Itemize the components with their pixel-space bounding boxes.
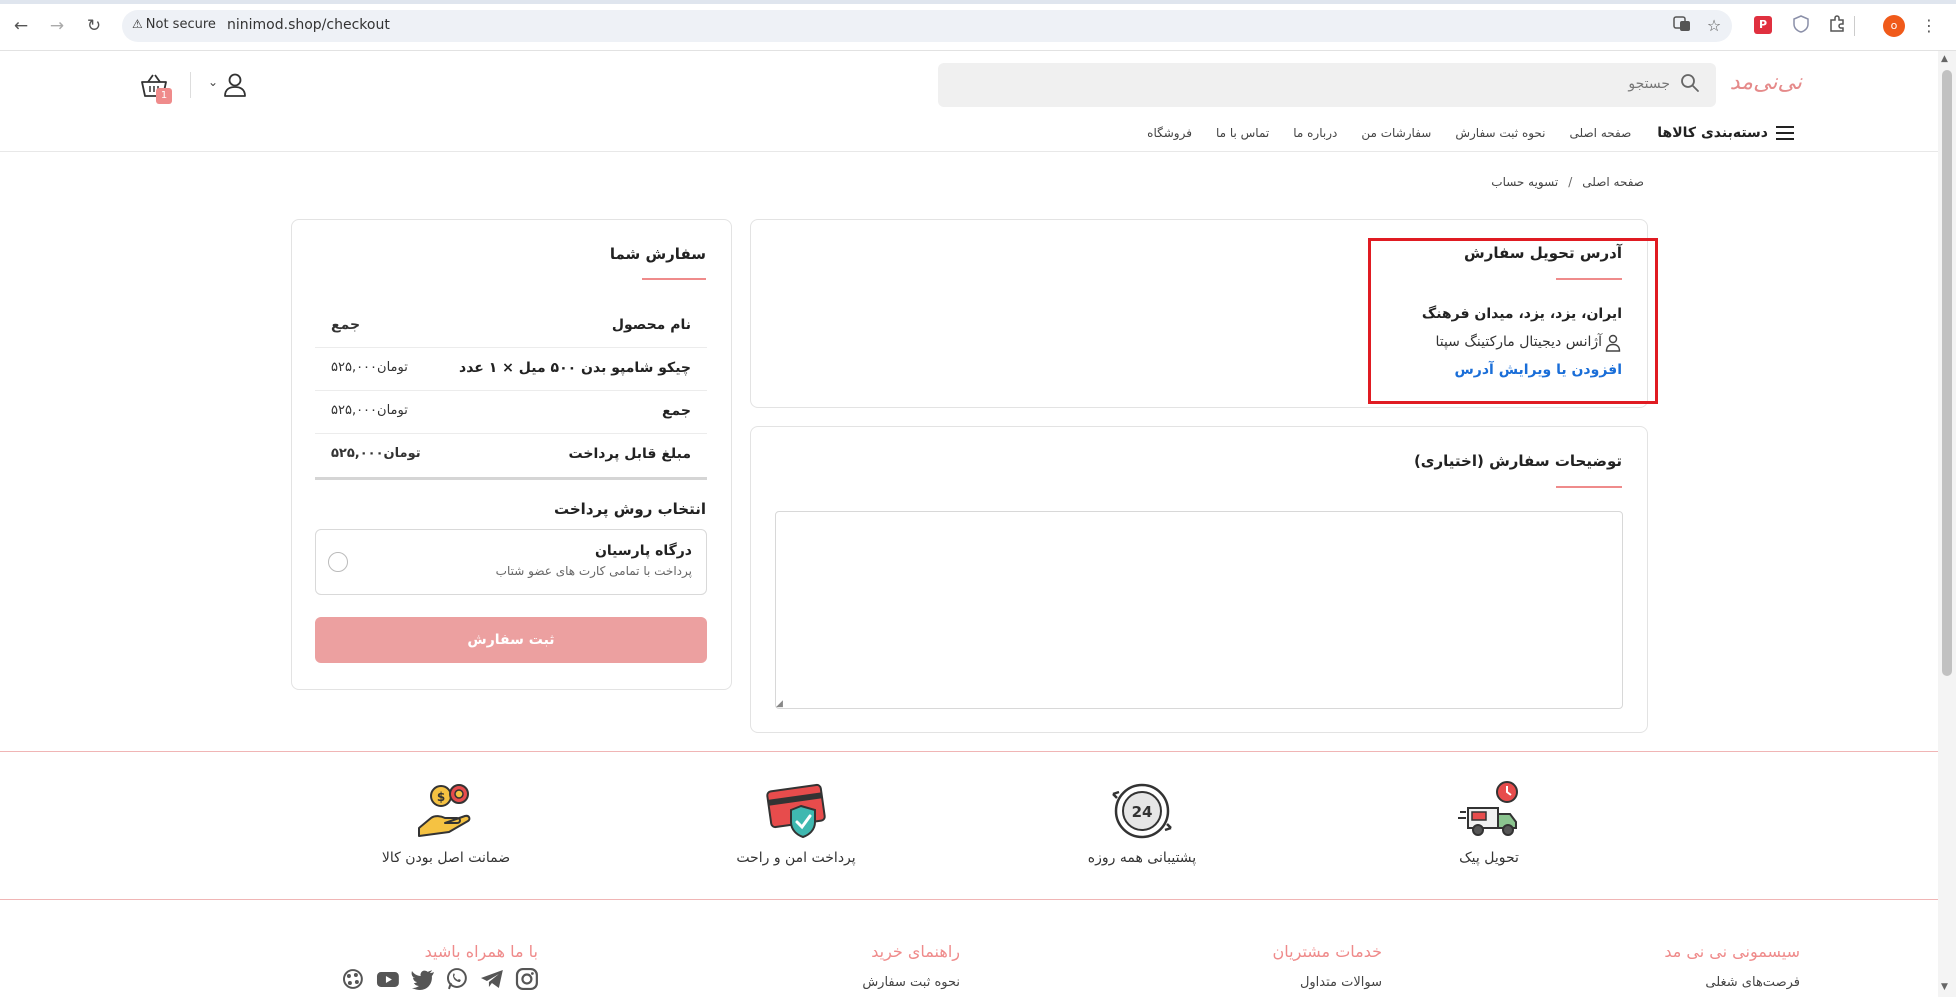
footer-link-faq[interactable]: سوالات متداول [1160, 975, 1382, 990]
svg-text:$: $ [437, 790, 445, 804]
youtube-icon[interactable] [375, 966, 401, 992]
payment-radio[interactable] [328, 552, 348, 572]
feature-delivery: تحویل پیک [1389, 778, 1589, 866]
header-product-name: نام محصول [611, 317, 691, 333]
nav-link-about[interactable]: درباره ما [1293, 126, 1337, 140]
profile-avatar[interactable]: o [1883, 15, 1905, 37]
aparat-icon[interactable] [340, 966, 366, 992]
shield-extension-icon[interactable] [1790, 15, 1812, 37]
back-icon[interactable]: ← [10, 15, 32, 37]
breadcrumb-home[interactable]: صفحه اصلی [1582, 175, 1644, 189]
delivery-truck-icon [1458, 781, 1518, 836]
feature-secure-payment: پرداخت امن و راحت [696, 778, 896, 866]
payment-method-title: انتخاب روش پرداخت [553, 500, 706, 518]
support-24-icon: 24 [1112, 783, 1172, 839]
order-table-divider [315, 477, 707, 480]
telegram-icon[interactable] [479, 966, 505, 992]
subtotal-amount: تومان۵۲۵,۰۰۰ [331, 403, 408, 418]
footer-social-title: با ما همراه باشید [424, 942, 538, 961]
breadcrumb-separator: / [1568, 175, 1573, 189]
feature-support: 24 پشتیبانی همه روزه [1042, 778, 1242, 866]
scroll-down-arrow[interactable]: ▼ [1941, 982, 1948, 992]
hamburger-menu-icon [1776, 126, 1794, 140]
nav-link-contact[interactable]: تماس با ما [1216, 126, 1269, 140]
notes-title-underline [1556, 486, 1622, 488]
reload-icon[interactable]: ↻ [83, 15, 105, 37]
chevron-down-icon[interactable]: ⌄ [208, 75, 218, 89]
product-name: چیکو شامپو بدن ۵۰۰ میل × ۱ عدد [459, 360, 691, 376]
subtotal-label: جمع [661, 403, 691, 419]
header-divider [190, 72, 191, 98]
features-bottom-divider [0, 899, 1938, 900]
order-table-header: نام محصول جمع [315, 305, 707, 348]
nav-link-how-to-order[interactable]: نحوه ثبت سفارش [1455, 126, 1545, 140]
feature-label: ضمانت اصل بودن کالا [381, 850, 511, 866]
twitter-icon[interactable] [410, 966, 436, 992]
order-title-underline [642, 278, 706, 280]
payable-amount: تومان۵۲۵,۰۰۰ [331, 446, 421, 461]
toolbar-divider [1854, 16, 1855, 36]
footer-link-careers[interactable]: فرصت‌های شغلی [1560, 975, 1800, 990]
header-total: جمع [331, 317, 361, 333]
footer-link-how-to-order[interactable]: نحوه ثبت سفارش [760, 975, 960, 990]
social-links [340, 966, 540, 994]
product-amount: تومان۵۲۵,۰۰۰ [331, 360, 408, 375]
search-placeholder: جستجو [1628, 76, 1670, 92]
breadcrumb-current: تسویه حساب [1491, 175, 1559, 189]
url-text[interactable]: ninimod.shop/checkout [227, 17, 390, 33]
user-account-icon[interactable] [222, 72, 248, 98]
site-logo[interactable]: نی‌نی‌مد [1730, 70, 1803, 100]
extensions-puzzle-icon[interactable] [1826, 15, 1848, 37]
scrollbar-thumb[interactable] [1942, 70, 1952, 676]
address-highlight-box [1368, 238, 1658, 404]
cart-count-badge: 1 [156, 88, 172, 104]
your-order-title: سفارش شما [609, 245, 706, 263]
feature-label: پرداخت امن و راحت [736, 850, 856, 866]
svg-text:24: 24 [1132, 803, 1153, 821]
payment-option-parsian[interactable] [315, 529, 707, 595]
security-indicator[interactable]: ⚠ Not secure [132, 17, 216, 32]
scroll-up-arrow[interactable]: ▲ [1941, 54, 1948, 64]
warning-icon: ⚠ [132, 17, 143, 31]
order-notes-title: توضیحات سفارش (اختیاری) [1413, 452, 1622, 470]
nav-divider [0, 151, 1938, 152]
search-icon[interactable] [1680, 73, 1700, 93]
browser-menu-icon[interactable]: ⋮ [1918, 15, 1940, 37]
submit-order-button[interactable]: ثبت سفارش [315, 617, 707, 663]
translate-icon[interactable] [1671, 15, 1693, 37]
footer-brand-title: سیسمونی نی نی مد [1664, 942, 1800, 961]
table-row: چیکو شامپو بدن ۵۰۰ میل × ۱ عدد تومان۵۲۵,… [315, 348, 707, 391]
nav-link-my-orders[interactable]: سفارشات من [1361, 126, 1431, 140]
feature-guarantee: $ ضمانت اصل بودن کالا [346, 778, 546, 866]
feature-label: تحویل پیک [1459, 850, 1519, 866]
secure-card-icon [766, 783, 826, 839]
guarantee-coin-icon: $ [418, 784, 471, 837]
footer-guide-title: راهنمای خرید [871, 942, 960, 961]
whatsapp-icon[interactable] [444, 966, 470, 992]
footer-customer-service-title: خدمات مشتریان [1272, 942, 1382, 961]
forward-icon[interactable]: → [46, 15, 68, 37]
categories-label: دسته‌بندی کالاها [1657, 125, 1768, 141]
extension-red-icon[interactable]: P [1754, 16, 1772, 34]
nav-link-shop[interactable]: فروشگاه [1147, 126, 1192, 140]
payable-label: مبلغ قابل پرداخت [568, 446, 691, 462]
table-row: مبلغ قابل پرداخت تومان۵۲۵,۰۰۰ [315, 434, 707, 477]
tab-strip [0, 0, 1956, 4]
bookmark-star-icon[interactable]: ☆ [1703, 15, 1725, 37]
order-notes-textarea[interactable] [775, 511, 1623, 709]
instagram-icon[interactable] [514, 966, 540, 992]
main-navigation: دسته‌بندی کالاها صفحه اصلی نحوه ثبت سفار… [1100, 120, 1794, 146]
features-top-divider [0, 751, 1938, 752]
breadcrumb: صفحه اصلی / تسویه حساب [1300, 175, 1644, 189]
table-row: جمع تومان۵۲۵,۰۰۰ [315, 391, 707, 434]
resize-handle-icon[interactable]: ◢ [776, 699, 783, 709]
payment-option-description: پرداخت با تمامی کارت های عضو شتاب [495, 564, 692, 578]
nav-link-home[interactable]: صفحه اصلی [1570, 126, 1632, 140]
payment-option-name: درگاه پارسیان [594, 543, 692, 559]
feature-label: پشتیبانی همه روزه [1087, 850, 1197, 866]
categories-menu-button[interactable]: دسته‌بندی کالاها [1657, 125, 1794, 141]
